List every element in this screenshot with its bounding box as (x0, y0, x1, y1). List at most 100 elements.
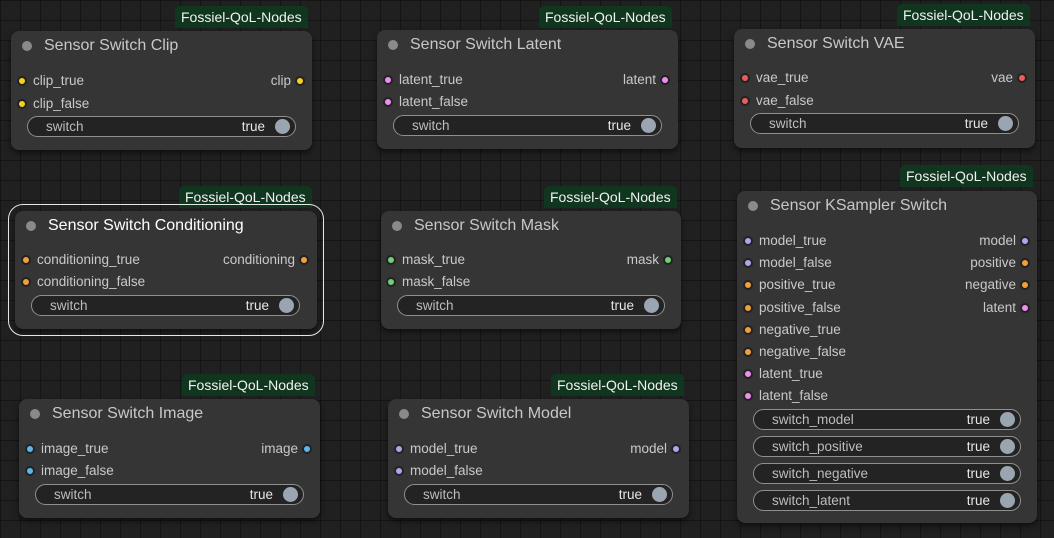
latent-input-dot-icon[interactable] (383, 75, 393, 85)
model-output-dot-icon[interactable] (1020, 236, 1030, 246)
image-output-dot-icon[interactable] (302, 444, 312, 454)
output-slot-positive[interactable]: positive (970, 255, 1030, 271)
model-input-dot-icon[interactable] (394, 444, 404, 454)
output-slot-negative[interactable]: negative (965, 277, 1030, 293)
node-title-bar[interactable]: Sensor Switch Latent (377, 30, 678, 60)
output-slot-image[interactable]: image (261, 441, 312, 457)
clip-input-dot-icon[interactable] (17, 76, 27, 86)
collapse-dot-icon[interactable] (748, 201, 758, 211)
latent-input-dot-icon[interactable] (383, 97, 393, 107)
input-slot-negative-false[interactable]: negative_false (743, 344, 846, 360)
node-sensor-ksampler-switch[interactable]: Sensor KSampler Switch model_true model_… (737, 191, 1037, 523)
input-slot-latent-false[interactable]: latent_false (743, 388, 828, 404)
node-sensor-switch-vae[interactable]: Sensor Switch VAE vae_true vae_false vae… (734, 29, 1035, 148)
node-sensor-switch-model[interactable]: Sensor Switch Model model_true model_fal… (388, 399, 689, 518)
conditioning-input-dot-icon[interactable] (743, 303, 753, 313)
conditioning-input-dot-icon[interactable] (21, 277, 31, 287)
node-title-bar[interactable]: Sensor Switch Model (388, 399, 689, 429)
node-sensor-switch-clip[interactable]: Sensor Switch Clip clip_true clip_false … (11, 31, 312, 150)
input-slot-mask-false[interactable]: mask_false (386, 274, 470, 290)
latent-output-dot-icon[interactable] (660, 75, 670, 85)
collapse-dot-icon[interactable] (22, 41, 32, 51)
input-slot-negative-true[interactable]: negative_true (743, 322, 841, 338)
conditioning-output-dot-icon[interactable] (1020, 280, 1030, 290)
model-input-dot-icon[interactable] (743, 258, 753, 268)
input-slot-positive-false[interactable]: positive_false (743, 300, 841, 316)
conditioning-input-dot-icon[interactable] (743, 280, 753, 290)
node-title-bar[interactable]: Sensor KSampler Switch (737, 191, 1037, 221)
node-title-bar[interactable]: Sensor Switch Image (19, 399, 320, 429)
input-slot-conditioning-true[interactable]: conditioning_true (21, 252, 140, 268)
clip-output-dot-icon[interactable] (295, 76, 305, 86)
vae-input-dot-icon[interactable] (740, 73, 750, 83)
switch-latent-toggle[interactable]: switch_latent true (753, 490, 1021, 511)
output-slot-model[interactable]: model (630, 441, 681, 457)
node-title-bar[interactable]: Sensor Switch Clip (11, 31, 312, 61)
input-slot-image-true[interactable]: image_true (25, 441, 109, 457)
model-output-dot-icon[interactable] (671, 444, 681, 454)
input-slot-latent-true[interactable]: latent_true (383, 72, 463, 88)
output-slot-vae[interactable]: vae (991, 70, 1027, 86)
switch-negative-toggle[interactable]: switch_negative true (753, 463, 1021, 484)
image-input-dot-icon[interactable] (25, 466, 35, 476)
model-input-dot-icon[interactable] (394, 466, 404, 476)
switch-toggle[interactable]: switch true (393, 115, 662, 136)
switch-toggle[interactable]: switch true (35, 484, 304, 505)
conditioning-input-dot-icon[interactable] (21, 255, 31, 265)
node-sensor-switch-mask[interactable]: Sensor Switch Mask mask_true mask_false … (381, 211, 681, 329)
collapse-dot-icon[interactable] (392, 221, 402, 231)
input-slot-conditioning-false[interactable]: conditioning_false (21, 274, 145, 290)
collapse-dot-icon[interactable] (388, 40, 398, 50)
node-title-bar[interactable]: Sensor Switch Mask (381, 211, 681, 241)
input-slot-mask-true[interactable]: mask_true (386, 252, 465, 268)
latent-input-dot-icon[interactable] (743, 369, 753, 379)
image-input-dot-icon[interactable] (25, 444, 35, 454)
mask-input-dot-icon[interactable] (386, 277, 396, 287)
input-slot-model-false[interactable]: model_false (743, 255, 832, 271)
input-slot-vae-false[interactable]: vae_false (740, 93, 814, 109)
input-slot-latent-false[interactable]: latent_false (383, 94, 468, 110)
node-sensor-switch-latent[interactable]: Sensor Switch Latent latent_true latent_… (377, 30, 678, 149)
mask-input-dot-icon[interactable] (386, 255, 396, 265)
output-slot-clip[interactable]: clip (271, 73, 305, 89)
input-slot-vae-true[interactable]: vae_true (740, 70, 809, 86)
collapse-dot-icon[interactable] (399, 409, 409, 419)
switch-toggle[interactable]: switch true (750, 113, 1019, 134)
input-slot-latent-true[interactable]: latent_true (743, 366, 823, 382)
latent-output-dot-icon[interactable] (1020, 303, 1030, 313)
conditioning-output-dot-icon[interactable] (1020, 258, 1030, 268)
vae-input-dot-icon[interactable] (740, 96, 750, 106)
mask-output-dot-icon[interactable] (663, 255, 673, 265)
input-slot-model-true[interactable]: model_true (394, 441, 478, 457)
input-slot-positive-true[interactable]: positive_true (743, 277, 836, 293)
conditioning-input-dot-icon[interactable] (743, 325, 753, 335)
output-slot-latent[interactable]: latent (983, 300, 1030, 316)
collapse-dot-icon[interactable] (26, 221, 36, 231)
node-title-bar[interactable]: Sensor Switch VAE (734, 29, 1035, 59)
conditioning-input-dot-icon[interactable] (743, 347, 753, 357)
input-slot-clip-true[interactable]: clip_true (17, 73, 84, 89)
collapse-dot-icon[interactable] (745, 39, 755, 49)
conditioning-output-dot-icon[interactable] (299, 255, 309, 265)
switch-positive-toggle[interactable]: switch_positive true (753, 436, 1021, 457)
input-slot-model-true[interactable]: model_true (743, 233, 827, 249)
input-slot-image-false[interactable]: image_false (25, 463, 114, 479)
clip-input-dot-icon[interactable] (17, 99, 27, 109)
latent-input-dot-icon[interactable] (743, 391, 753, 401)
output-slot-latent[interactable]: latent (623, 72, 670, 88)
input-slot-clip-false[interactable]: clip_false (17, 96, 89, 112)
output-slot-model[interactable]: model (979, 233, 1030, 249)
switch-toggle[interactable]: switch true (27, 116, 296, 137)
node-title-bar[interactable]: Sensor Switch Conditioning (15, 211, 317, 241)
switch-model-toggle[interactable]: switch_model true (753, 409, 1021, 430)
collapse-dot-icon[interactable] (30, 409, 40, 419)
model-input-dot-icon[interactable] (743, 236, 753, 246)
output-slot-mask[interactable]: mask (627, 252, 673, 268)
node-sensor-switch-conditioning[interactable]: Sensor Switch Conditioning conditioning_… (8, 204, 324, 336)
switch-toggle[interactable]: switch true (31, 295, 300, 316)
node-sensor-switch-image[interactable]: Sensor Switch Image image_true image_fal… (19, 399, 320, 518)
output-slot-conditioning[interactable]: conditioning (223, 252, 309, 268)
switch-toggle[interactable]: switch true (404, 484, 673, 505)
switch-toggle[interactable]: switch true (397, 295, 665, 316)
vae-output-dot-icon[interactable] (1017, 73, 1027, 83)
